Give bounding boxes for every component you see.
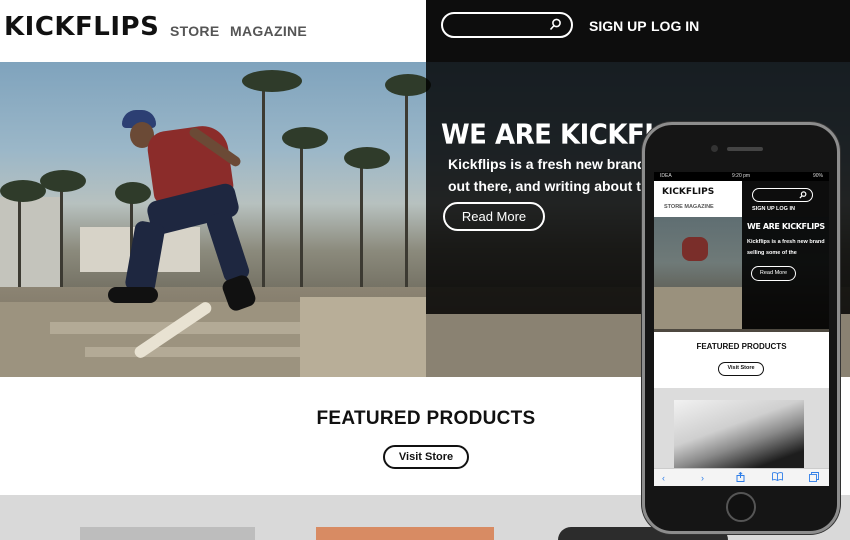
- nav-store[interactable]: STORE: [170, 23, 219, 39]
- hero-palm: [0, 180, 46, 202]
- phone-hero-skater: [682, 237, 708, 261]
- phone-speaker: [727, 147, 763, 151]
- phone-search-input[interactable]: [752, 188, 813, 202]
- phone-carrier: IDEA: [660, 173, 672, 179]
- hero-ledge: [50, 322, 340, 334]
- phone-browser-toolbar: ‹ ›: [654, 468, 829, 486]
- phone-time: 9:20 pm: [732, 173, 751, 179]
- phone-camera: [711, 145, 718, 152]
- phone-home-button[interactable]: [726, 492, 756, 522]
- phone-hero: WE ARE KICKFLIPS Kickflips is a fresh ne…: [654, 217, 829, 332]
- phone-read-more-button[interactable]: Read More: [751, 266, 796, 281]
- header-right: SIGN UP LOG IN: [426, 0, 850, 62]
- read-more-button[interactable]: Read More: [443, 202, 545, 231]
- phone-hero-ledge: [654, 287, 742, 329]
- phone-logo[interactable]: KICKFLIPS: [662, 187, 714, 197]
- phone-header-right: SIGN UP LOG IN: [742, 181, 829, 217]
- skater-shoe: [108, 287, 158, 303]
- log-in-link[interactable]: LOG IN: [651, 18, 699, 34]
- hero-palm: [60, 182, 63, 292]
- hero-palm: [344, 147, 390, 169]
- sign-up-link[interactable]: SIGN UP: [589, 18, 647, 34]
- phone-auth-links[interactable]: SIGN UP LOG IN: [752, 206, 795, 212]
- phone-battery: 90%: [812, 173, 823, 179]
- phone-mockup: IDEA 9:20 pm 90% KICKFLIPS STORE MAGAZIN…: [642, 122, 840, 534]
- phone-nav[interactable]: STORE MAGAZINE: [664, 204, 714, 210]
- visit-store-button[interactable]: Visit Store: [383, 445, 469, 469]
- phone-hero-text: Kickflips is a fresh new brand selling s…: [747, 239, 825, 256]
- forward-icon[interactable]: ›: [701, 472, 704, 484]
- share-icon[interactable]: [736, 471, 745, 485]
- hero-palm: [115, 182, 151, 204]
- nav-magazine[interactable]: MAGAZINE: [230, 23, 307, 39]
- back-icon[interactable]: ‹: [662, 472, 665, 484]
- site-logo[interactable]: KICKFLIPS: [4, 12, 159, 42]
- phone-screen: IDEA 9:20 pm 90% KICKFLIPS STORE MAGAZIN…: [654, 172, 829, 486]
- header-left: KICKFLIPS STORE MAGAZINE: [0, 0, 426, 62]
- phone-header-left: KICKFLIPS STORE MAGAZINE: [654, 181, 742, 217]
- hero-palm: [405, 87, 408, 292]
- hero-ledge: [300, 297, 426, 377]
- hero-palm: [385, 74, 431, 96]
- hero-ledge: [0, 302, 340, 377]
- product-image[interactable]: [80, 527, 255, 540]
- hero-palm: [282, 127, 328, 149]
- product-image[interactable]: [316, 527, 494, 540]
- page: KICKFLIPS STORE MAGAZINE SIGN UP LOG IN: [0, 0, 850, 540]
- phone-hero-overlay: WE ARE KICKFLIPS Kickflips is a fresh ne…: [742, 217, 829, 329]
- tabs-icon[interactable]: [809, 472, 819, 485]
- hero-building: [0, 197, 60, 287]
- search-icon[interactable]: [799, 191, 807, 199]
- hero-palm: [262, 82, 265, 292]
- skater-leg: [204, 209, 252, 285]
- phone-products-band: [654, 388, 829, 468]
- phone-product-image[interactable]: [674, 400, 804, 468]
- hero-palm: [18, 192, 21, 287]
- hero-palm: [40, 170, 86, 192]
- phone-hero-title: WE ARE KICKFLIPS: [747, 222, 825, 231]
- hero-palm: [242, 70, 302, 92]
- bookmarks-icon[interactable]: [772, 472, 783, 484]
- phone-visit-store-button[interactable]: Visit Store: [718, 362, 764, 376]
- hero-palm: [300, 137, 303, 292]
- phone-status-bar: IDEA 9:20 pm 90%: [654, 172, 829, 181]
- hero-palm: [360, 157, 363, 292]
- phone-featured-title: FEATURED PRODUCTS: [696, 342, 787, 351]
- search-input[interactable]: [441, 12, 573, 38]
- search-icon[interactable]: [549, 18, 562, 31]
